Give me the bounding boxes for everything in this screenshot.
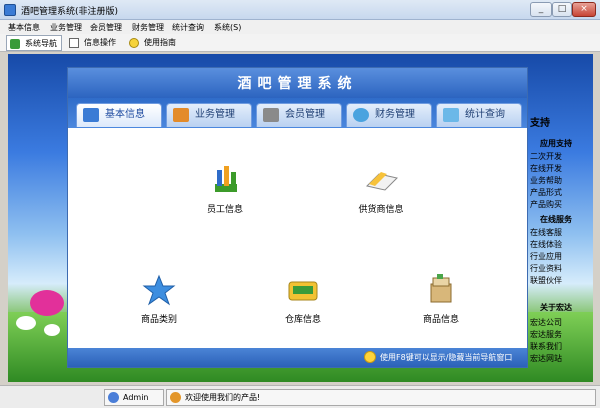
member-icon (263, 108, 279, 122)
tab-basic-info[interactable]: 基本信息 (76, 103, 162, 127)
business-icon (173, 108, 189, 122)
side-link[interactable]: 联系我们 (530, 341, 562, 352)
category-star-icon (142, 274, 176, 306)
dialog-status-bar: 使用F8键可以显示/隐藏当前导航窗口 (68, 348, 527, 367)
menu-system[interactable]: 系统(S) (214, 22, 241, 33)
toolbar-info-operation-button[interactable]: 信息操作 (66, 35, 122, 51)
side-panel-header: 支持 (530, 118, 550, 129)
side-link[interactable]: 产品形式 (530, 187, 562, 198)
employee-icon (215, 166, 237, 192)
side-link[interactable]: 宏达公司 (530, 317, 562, 328)
tab-member[interactable]: 会员管理 (256, 103, 342, 127)
module-product-info[interactable]: 商品信息 (396, 274, 486, 344)
dialog-title: 酒吧管理系统 (237, 76, 358, 92)
tab-stats[interactable]: 统计查询 (436, 103, 522, 127)
side-link[interactable]: 在线开发 (530, 163, 562, 174)
minimize-button[interactable]: _ (530, 2, 552, 17)
module-employee-info[interactable]: 员工信息 (180, 164, 270, 234)
flower-decoration (16, 316, 36, 330)
navigation-icon (10, 39, 20, 49)
side-section-title: 应用支持 (540, 139, 572, 148)
close-button[interactable]: × (572, 2, 596, 17)
menu-stats[interactable]: 统计查询 (172, 22, 204, 33)
dialog-tip: 使用F8键可以显示/隐藏当前导航窗口 (380, 353, 513, 362)
info-operation-icon (69, 38, 79, 48)
menu-basic-info[interactable]: 基本信息 (8, 22, 40, 33)
tab-label: 会员管理 (285, 109, 325, 120)
status-bar: Admin 欢迎使用我们的产品! (0, 385, 600, 408)
dialog-tab-bar: 基本信息 业务管理 会员管理 财务管理 统计查询 (68, 98, 527, 128)
module-label: 供货商信息 (358, 205, 404, 215)
side-link[interactable]: 联盟伙伴 (530, 275, 562, 286)
window-title: 酒吧管理系统(非注册版) (21, 7, 119, 17)
toolbar-help-label: 使用指南 (144, 38, 176, 47)
monitor-icon (83, 108, 99, 122)
flower-decoration (30, 290, 64, 316)
navigation-dialog: 酒吧管理系统 基本信息 业务管理 会员管理 财务管理 统计查询 员工信息 供货商… (67, 67, 528, 368)
status-user-name: Admin (123, 393, 149, 402)
status-message-cell: 欢迎使用我们的产品! (166, 389, 596, 406)
side-link[interactable]: 行业应用 (530, 251, 562, 262)
module-warehouse-info[interactable]: 仓库信息 (258, 274, 348, 344)
finance-icon (353, 108, 369, 122)
module-label: 员工信息 (206, 205, 243, 215)
tab-label: 财务管理 (375, 109, 415, 120)
menu-member[interactable]: 会员管理 (90, 22, 122, 33)
help-icon (129, 38, 139, 48)
menu-bar: 基本信息 业务管理 会员管理 财务管理 统计查询 系统(S) (0, 20, 600, 34)
module-product-category[interactable]: 商品类别 (114, 274, 204, 344)
tab-label: 基本信息 (105, 109, 145, 120)
tab-label: 统计查询 (465, 109, 505, 120)
toolbar-navigation-button[interactable]: 系统导航 (6, 35, 62, 51)
toolbar: 系统导航 信息操作 使用指南 (0, 34, 600, 52)
toolbar-info-operation-label: 信息操作 (84, 38, 116, 47)
warehouse-icon (288, 281, 318, 301)
side-link[interactable]: 行业资料 (530, 263, 562, 274)
status-user: Admin (104, 389, 164, 406)
maximize-button[interactable]: □ (552, 2, 572, 17)
side-link[interactable]: 在线客服 (530, 227, 562, 238)
module-supplier-info[interactable]: 供货商信息 (336, 164, 426, 234)
menu-finance[interactable]: 财务管理 (132, 22, 164, 33)
side-section-title: 关于宏达 (540, 303, 572, 312)
tab-finance[interactable]: 财务管理 (346, 103, 432, 127)
side-link[interactable]: 宏达网站 (530, 353, 562, 364)
lightbulb-icon (364, 351, 376, 363)
module-label: 商品类别 (140, 315, 177, 325)
side-link[interactable]: 宏达服务 (530, 329, 562, 340)
tab-business[interactable]: 业务管理 (166, 103, 252, 127)
status-message: 欢迎使用我们的产品! (185, 393, 261, 402)
toolbar-navigation-label: 系统导航 (25, 39, 57, 48)
dialog-title-bar: 酒吧管理系统 (68, 68, 527, 98)
dialog-body: 员工信息 供货商信息 商品类别 仓库信息 商品信息 (68, 128, 527, 348)
side-panel: 支持 应用支持 二次开发 在线开发 业务帮助 产品形式 产品购买 在线服务 在线… (530, 114, 593, 374)
side-link[interactable]: 二次开发 (530, 151, 562, 162)
supplier-icon (366, 172, 398, 191)
title-bar: 酒吧管理系统(非注册版) _ □ × (0, 0, 600, 20)
user-icon (108, 392, 119, 403)
side-section-title: 在线服务 (540, 215, 572, 224)
stats-icon (443, 108, 459, 122)
welcome-icon (170, 392, 181, 403)
tab-label: 业务管理 (195, 109, 235, 120)
module-label: 仓库信息 (284, 315, 321, 325)
app-icon (4, 4, 16, 16)
product-icon (430, 274, 452, 303)
side-link[interactable]: 产品购买 (530, 199, 562, 210)
side-link[interactable]: 在线体验 (530, 239, 562, 250)
side-link[interactable]: 业务帮助 (530, 175, 562, 186)
module-label: 商品信息 (422, 315, 459, 325)
toolbar-help-button[interactable]: 使用指南 (126, 35, 186, 51)
flower-decoration (44, 324, 60, 336)
menu-business[interactable]: 业务管理 (50, 22, 82, 33)
